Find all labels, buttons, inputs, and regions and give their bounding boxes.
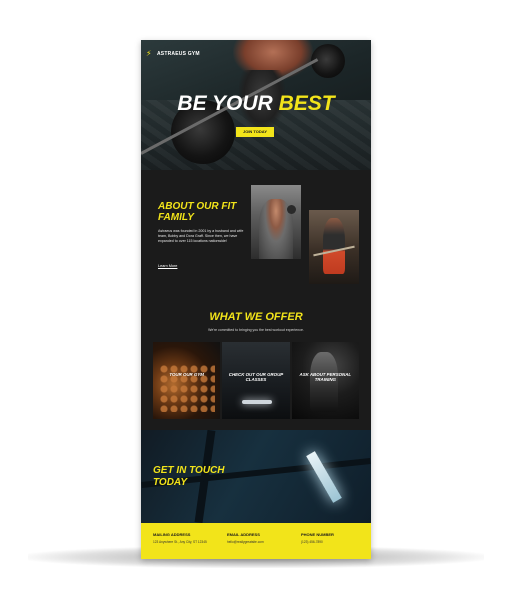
email-address-block: EMAIL ADDRESS hello@reallygreatsite.com [227,532,264,544]
email-address-value[interactable]: hello@reallygreatsite.com [227,540,264,544]
learn-more-link[interactable]: Learn More [158,264,177,268]
offer-card-tour-gym[interactable]: TOUR OUR GYM [153,342,221,419]
offer-card-label: TOUR OUR GYM [169,372,204,377]
ceiling-light-image [242,400,273,404]
dumbbell-icon [287,205,296,214]
offer-card-label: CHECK OUT OUR GROUP CLASSES [228,372,284,382]
mailing-address-value: 123 Anywhere St., Any City, ST 12345 [153,540,207,544]
brand-name: ASTRAEUS GYM [157,51,200,57]
about-title: ABOUT OUR FIT FAMILY [158,201,237,223]
mailing-address-block: MAILING ADDRESS 123 Anywhere St., Any Ci… [153,532,207,544]
offer-title: WHAT WE OFFER [209,311,303,323]
hero-title-white: BE YOUR [177,92,279,115]
battle-ropes-photo [309,210,359,284]
email-address-heading: EMAIL ADDRESS [227,532,260,537]
boxer-figure [309,352,338,412]
offer-card-label: ASK ABOUT PERSONAL TRAINING [299,372,352,382]
offer-card-personal-training[interactable]: ASK ABOUT PERSONAL TRAINING [291,342,359,419]
hero-section: ⚡ ASTRAEUS GYM BE YOUR BEST JOIN TODAY [141,40,371,170]
brand-logo[interactable]: ⚡ ASTRAEUS GYM [146,50,200,58]
contact-footer: MAILING ADDRESS 123 Anywhere St., Any Ci… [141,523,371,559]
ceiling-lamp-image [306,451,342,503]
phone-number-block: PHONE NUMBER (123) 456-7890 [301,532,334,544]
gym-landing-page: ⚡ ASTRAEUS GYM BE YOUR BEST JOIN TODAY A… [141,40,371,559]
mailing-address-heading: MAILING ADDRESS [153,532,191,537]
offer-cards: TOUR OUR GYM CHECK OUT OUR GROUP CLASSES… [153,342,359,419]
offer-card-group-classes[interactable]: CHECK OUT OUR GROUP CLASSES [222,342,290,419]
contact-section: GET IN TOUCH TODAY [141,430,371,523]
phone-number-value[interactable]: (123) 456-7890 [301,540,334,544]
hero-title: BE YOUR BEST [141,92,371,116]
offer-subtitle: We're committed to bringing you the best… [208,328,304,332]
phone-number-heading: PHONE NUMBER [301,532,334,537]
lightning-bolt-icon: ⚡ [146,49,152,58]
hero-title-yellow: BEST [278,92,335,115]
join-today-button[interactable]: JOIN TODAY [236,127,274,137]
athlete-figure [323,218,345,274]
contact-title: GET IN TOUCH TODAY [153,465,225,488]
dumbbell-trainer-photo [251,185,301,259]
about-description: Astraeus was founded in 2001 by a husban… [158,229,244,243]
